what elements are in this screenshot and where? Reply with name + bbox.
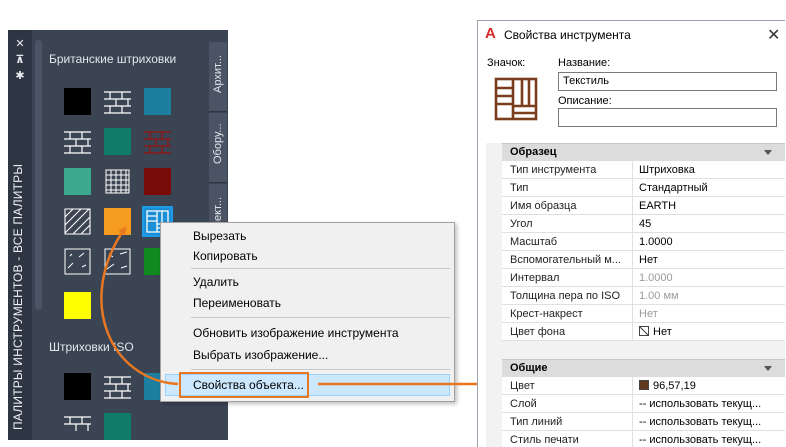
brick-hatch-tool[interactable] <box>104 88 131 115</box>
close-icon[interactable]: ✕ <box>767 25 780 45</box>
menu-separator <box>191 268 450 269</box>
prop-key: Толщина пера по ISO <box>510 290 621 302</box>
hatch-tool[interactable] <box>64 88 91 115</box>
category-label: Общие <box>510 362 548 374</box>
prop-row[interactable]: Тип Стандартный <box>502 179 785 197</box>
prop-row[interactable]: Тип линий -- использовать текущ... <box>502 413 785 431</box>
prop-row[interactable]: Тип инструмента Штриховка <box>502 161 785 179</box>
prop-row[interactable]: Масштаб 1.0000 <box>502 233 785 251</box>
brick-hatch-tool[interactable] <box>144 128 171 155</box>
chevron-down-icon[interactable] <box>764 366 772 371</box>
prop-row: Интервал 1.0000 <box>502 269 785 287</box>
prop-key: Цвет фона <box>510 326 566 338</box>
prop-value[interactable]: 96,57,19 <box>632 377 785 395</box>
prop-key: Угол <box>510 218 533 230</box>
prop-key: Тип <box>510 182 529 194</box>
hatch-tool[interactable] <box>104 413 131 440</box>
prop-value: 1.0000 <box>632 269 785 287</box>
prop-value[interactable]: -- использовать текущ... <box>632 431 785 447</box>
no-fill-icon <box>639 326 649 336</box>
hatch-tool[interactable] <box>144 168 171 195</box>
prop-row[interactable]: Цвет фона Нет <box>502 323 785 341</box>
prop-row: Крест-накрест Нет <box>502 305 785 323</box>
prop-key: Масштаб <box>510 236 558 248</box>
prop-row[interactable]: Цвет 96,57,19 <box>502 377 785 395</box>
menu-separator <box>191 317 450 318</box>
prop-value[interactable]: 1.0000 <box>632 233 785 251</box>
menu-item-copy[interactable]: Копировать <box>193 249 258 263</box>
palette-title-strip: ✕ ⊼ ✱ ПАЛИТРЫ ИНСТРУМЕНТОВ - ВСЕ ПАЛИТРЫ <box>8 30 32 440</box>
autocad-logo-icon: A <box>485 25 496 42</box>
name-input[interactable]: Текстиль <box>558 72 777 91</box>
dialog-titlebar: A Свойства инструмента ✕ <box>478 21 785 47</box>
scatter-hatch-tool[interactable] <box>104 248 131 275</box>
prop-key: Вспомогательный м... <box>510 254 621 266</box>
prop-row[interactable]: Слой -- использовать текущ... <box>502 395 785 413</box>
prop-value: 1.00 мм <box>632 287 785 305</box>
menu-separator <box>191 369 450 370</box>
earth-hatch-preview-icon[interactable] <box>493 76 539 122</box>
hatch-tool[interactable] <box>64 292 91 319</box>
hatch-tool[interactable] <box>144 88 171 115</box>
scatter-hatch-tool[interactable] <box>64 248 91 275</box>
prop-row[interactable]: Угол 45 <box>502 215 785 233</box>
prop-value[interactable]: Стандартный <box>632 179 785 197</box>
prop-key: Имя образца <box>510 200 577 212</box>
prop-value[interactable]: -- использовать текущ... <box>632 413 785 431</box>
category-sample[interactable]: Образец <box>502 143 785 161</box>
hatch-tool[interactable] <box>104 128 131 155</box>
color-swatch-icon <box>639 380 649 390</box>
section-title-british: Британские штриховки <box>49 52 177 66</box>
prop-value: Нет <box>632 305 785 323</box>
diagonal-hatch-tool[interactable] <box>64 208 91 235</box>
palette-scrollbar[interactable] <box>35 40 42 310</box>
section-title-iso: Штриховки ISO <box>49 340 134 354</box>
prop-row[interactable]: Стиль печати -- использовать текущ... <box>502 431 785 447</box>
properties-rail <box>486 143 502 447</box>
menu-item-select-image[interactable]: Выбрать изображение... <box>193 348 328 362</box>
brick-hatch-tool[interactable] <box>64 128 91 155</box>
hatch-tool[interactable] <box>64 373 91 400</box>
category-general[interactable]: Общие <box>502 359 785 377</box>
prop-key: Цвет <box>510 380 535 392</box>
prop-value[interactable]: Штриховка <box>632 161 785 179</box>
prop-key: Тип инструмента <box>510 164 597 176</box>
icon-label: Значок: <box>487 57 526 69</box>
context-menu: Вырезать Копировать Удалить Переименоват… <box>160 222 455 402</box>
prop-key: Стиль печати <box>510 434 579 446</box>
prop-value[interactable]: EARTH <box>632 197 785 215</box>
brick-hatch-tool[interactable] <box>64 413 91 440</box>
description-label: Описание: <box>558 95 612 107</box>
prop-row[interactable]: Имя образца EARTH <box>502 197 785 215</box>
prop-value-text: Нет <box>653 326 672 338</box>
prop-key: Слой <box>510 398 537 410</box>
grid-hatch-tool[interactable] <box>104 168 131 195</box>
prop-value-text: 96,57,19 <box>653 380 696 392</box>
prop-value[interactable]: Нет <box>632 251 785 269</box>
menu-item-delete[interactable]: Удалить <box>193 275 239 289</box>
description-input[interactable] <box>558 108 777 127</box>
prop-key: Тип линий <box>510 416 563 428</box>
brick-hatch-tool[interactable] <box>104 373 131 400</box>
hatch-tool[interactable] <box>64 168 91 195</box>
prop-value[interactable]: Нет <box>632 323 785 341</box>
properties-grid: Образец Тип инструмента Штриховка Тип Стан… <box>486 143 785 447</box>
prop-row[interactable]: Вспомогательный м... Нет <box>502 251 785 269</box>
dialog-title: Свойства инструмента <box>504 28 631 42</box>
prop-value[interactable]: 45 <box>632 215 785 233</box>
menu-item-update-image[interactable]: Обновить изображение инструмента <box>193 326 399 340</box>
menu-item-cut[interactable]: Вырезать <box>193 229 246 243</box>
prop-key: Интервал <box>510 272 560 284</box>
callout-box <box>179 372 309 398</box>
category-label: Образец <box>510 146 557 158</box>
menu-item-rename[interactable]: Переименовать <box>193 296 281 310</box>
chevron-down-icon[interactable] <box>764 150 772 155</box>
prop-key: Крест-накрест <box>510 308 583 320</box>
prop-value[interactable]: -- использовать текущ... <box>632 395 785 413</box>
prop-row: Толщина пера по ISO 1.00 мм <box>502 287 785 305</box>
name-label: Название: <box>558 57 611 69</box>
tool-properties-dialog: A Свойства инструмента ✕ Значок: Названи… <box>477 20 785 447</box>
palette-title: ПАЛИТРЫ ИНСТРУМЕНТОВ - ВСЕ ПАЛИТРЫ <box>11 163 25 430</box>
hatch-tool[interactable] <box>104 208 131 235</box>
